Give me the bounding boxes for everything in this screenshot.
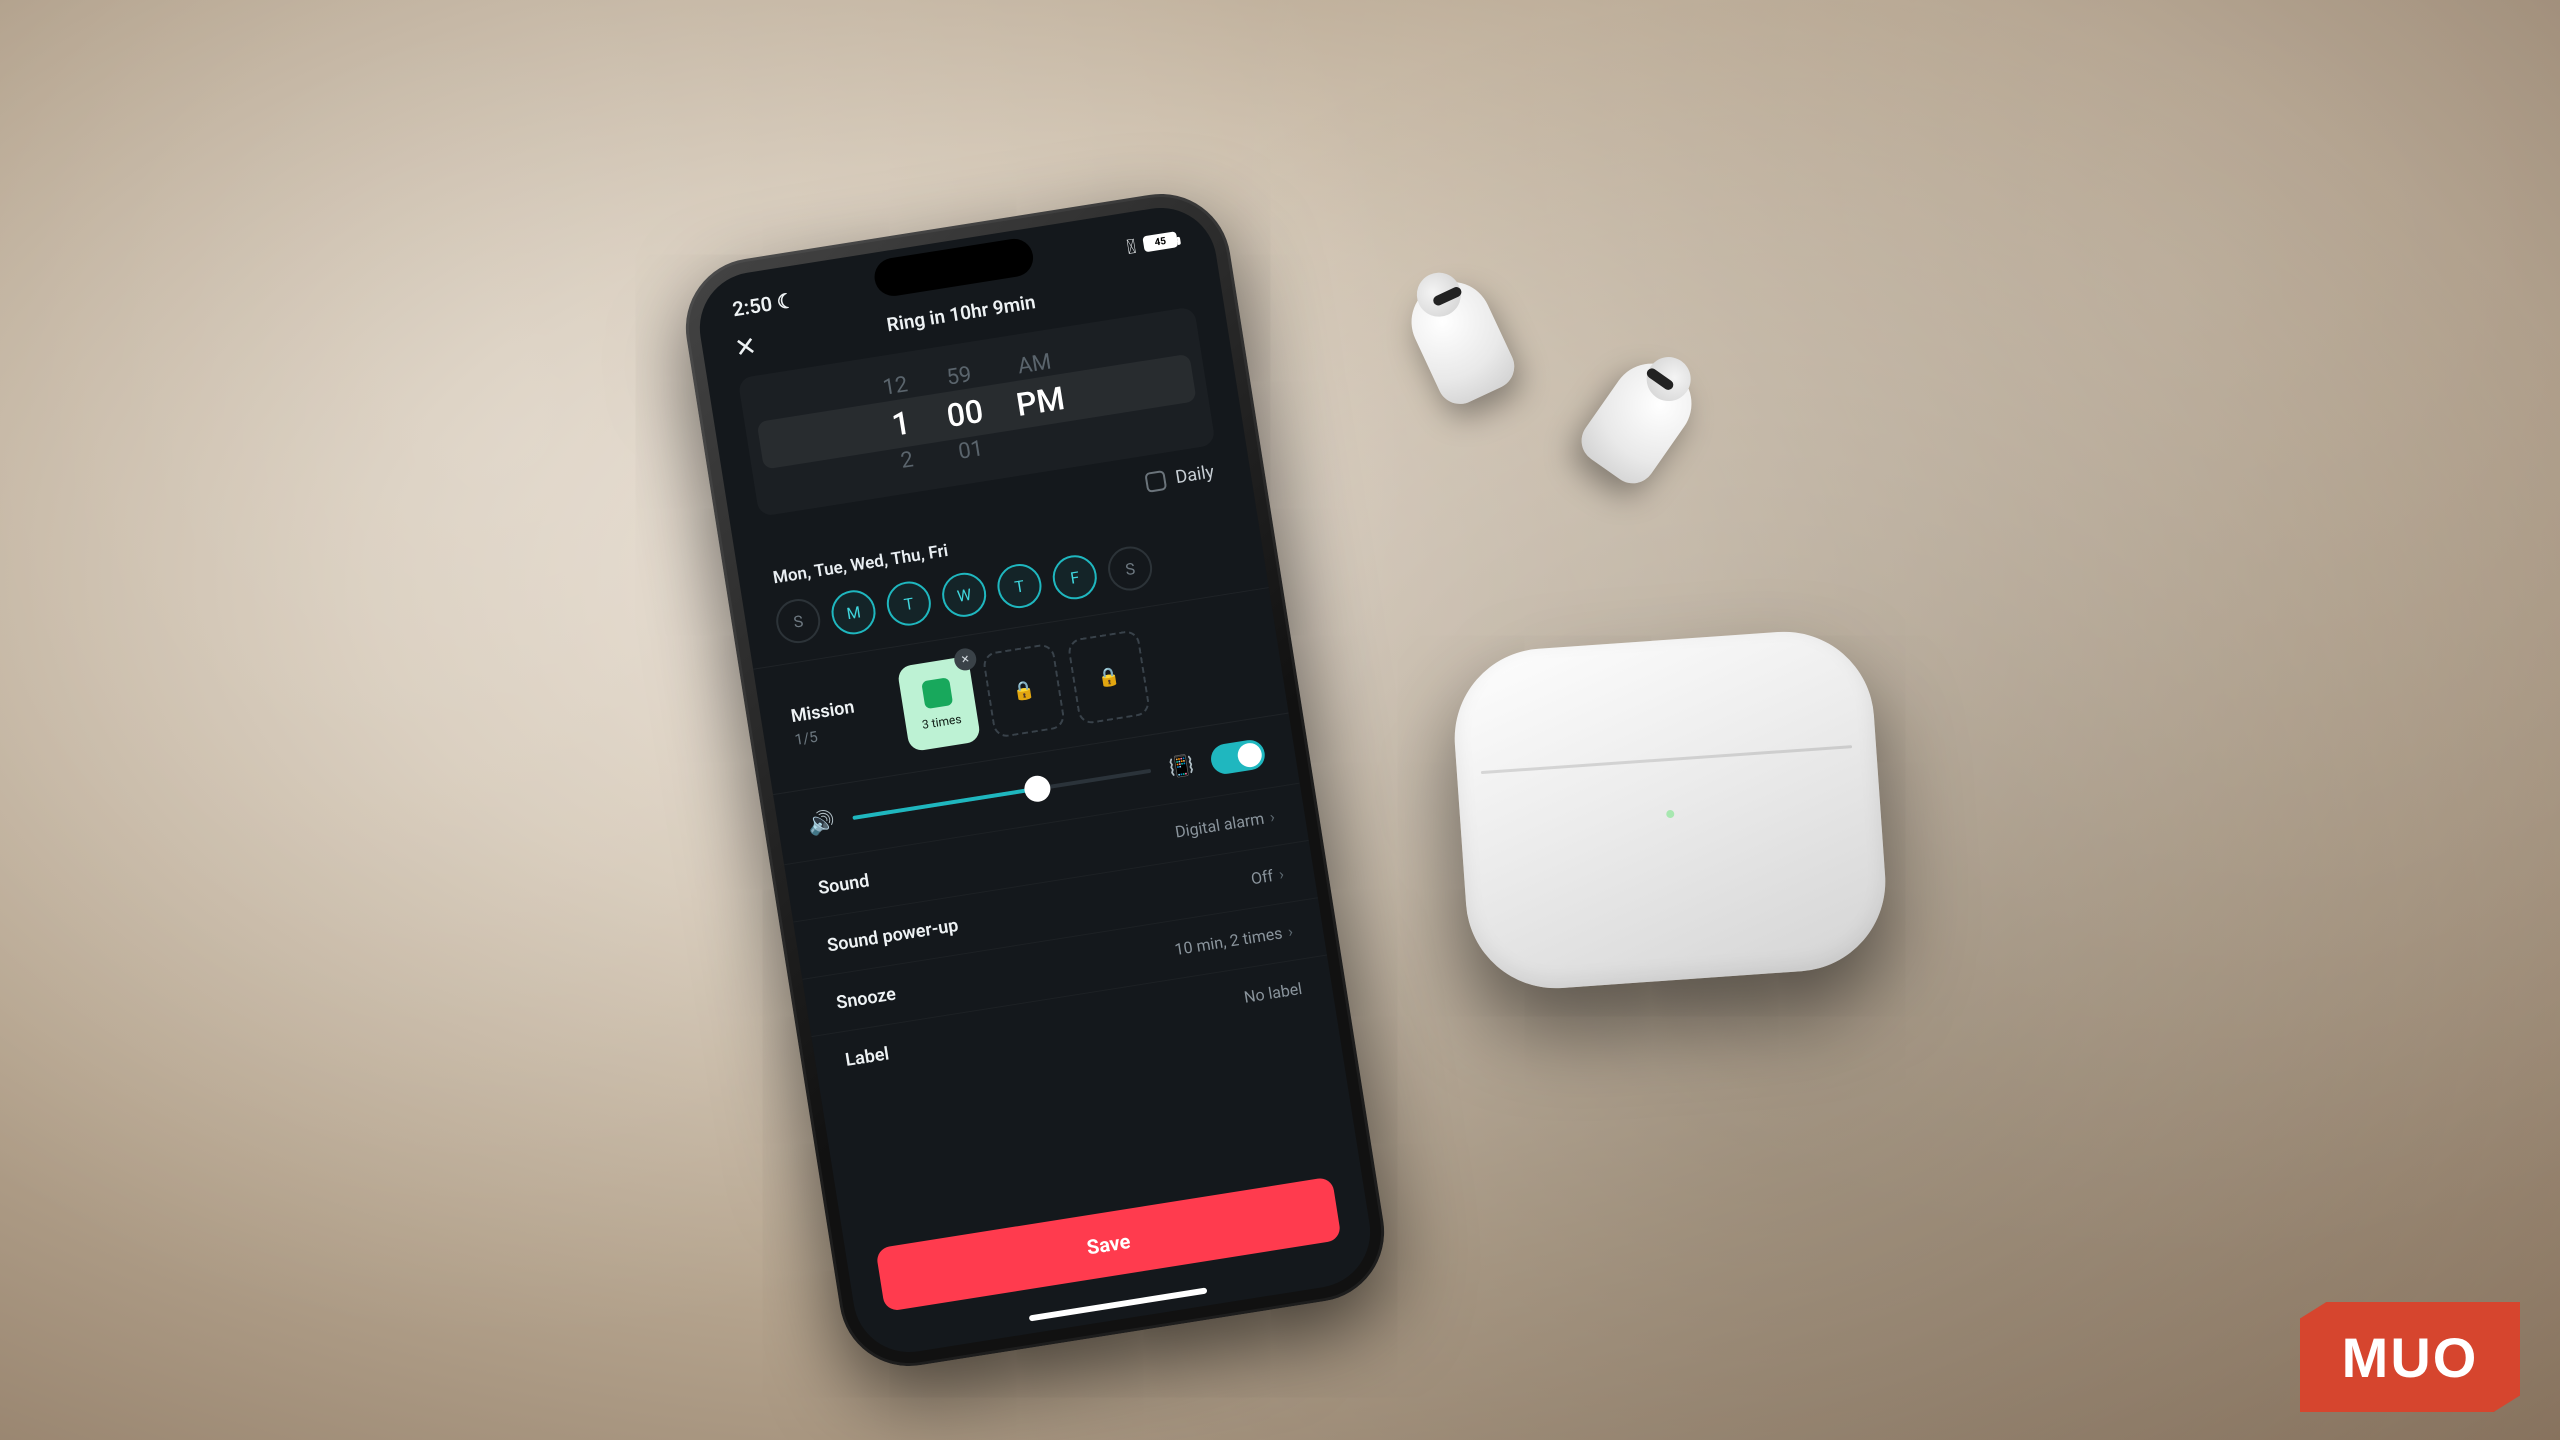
chevron-right-icon: › [1287, 922, 1295, 942]
chevron-right-icon: › [1268, 807, 1276, 827]
mission-slot-locked[interactable]: 🔒 [982, 643, 1067, 739]
chevron-right-icon: › [1277, 864, 1285, 884]
day-chip[interactable]: F [1050, 552, 1100, 602]
close-icon[interactable]: ✕ [733, 331, 759, 364]
label-value: No label [1243, 979, 1304, 1007]
snooze-value: 10 min, 2 times [1173, 923, 1283, 959]
wifi-icon: 􀙇 [1125, 234, 1138, 259]
day-chip[interactable]: S [773, 596, 823, 646]
status-time: 2:50 ☾ [731, 288, 797, 322]
brand-badge: MUO [2300, 1302, 2520, 1412]
mission-type-icon [921, 677, 953, 709]
lock-icon: 🔒 [1011, 679, 1036, 703]
daily-checkbox[interactable] [1144, 469, 1167, 492]
label-title: Label [844, 1043, 891, 1071]
moon-icon: ☾ [775, 288, 796, 315]
snooze-title: Snooze [835, 984, 897, 1014]
mission-slot-active[interactable]: × 3 times [897, 656, 982, 752]
day-chip[interactable]: T [884, 578, 934, 628]
lock-icon: 🔒 [1096, 665, 1121, 689]
mission-slot-locked[interactable]: 🔒 [1067, 629, 1152, 725]
vibrate-toggle[interactable] [1209, 738, 1267, 776]
mission-caption: 3 times [921, 712, 962, 732]
home-indicator[interactable] [1029, 1287, 1208, 1321]
sound-value: Digital alarm [1174, 809, 1266, 842]
vibrate-icon: 📳 [1167, 752, 1195, 780]
battery-icon: 45 [1142, 231, 1178, 252]
remove-mission-icon[interactable]: × [953, 647, 978, 672]
sound-powerup-value: Off [1250, 866, 1275, 888]
day-chip[interactable]: S [1105, 543, 1155, 593]
earbuds-case [1449, 626, 1892, 994]
save-button[interactable]: Save [875, 1176, 1341, 1311]
day-chip[interactable]: T [994, 561, 1044, 611]
case-led [1666, 810, 1675, 819]
volume-icon: 🔊 [806, 808, 837, 837]
sound-powerup-title: Sound power-up [826, 915, 960, 956]
day-chip[interactable]: W [939, 570, 989, 620]
daily-label: Daily [1174, 461, 1216, 488]
slider-thumb[interactable] [1023, 774, 1053, 804]
sound-title: Sound [817, 870, 871, 899]
day-chip[interactable]: M [828, 587, 878, 637]
